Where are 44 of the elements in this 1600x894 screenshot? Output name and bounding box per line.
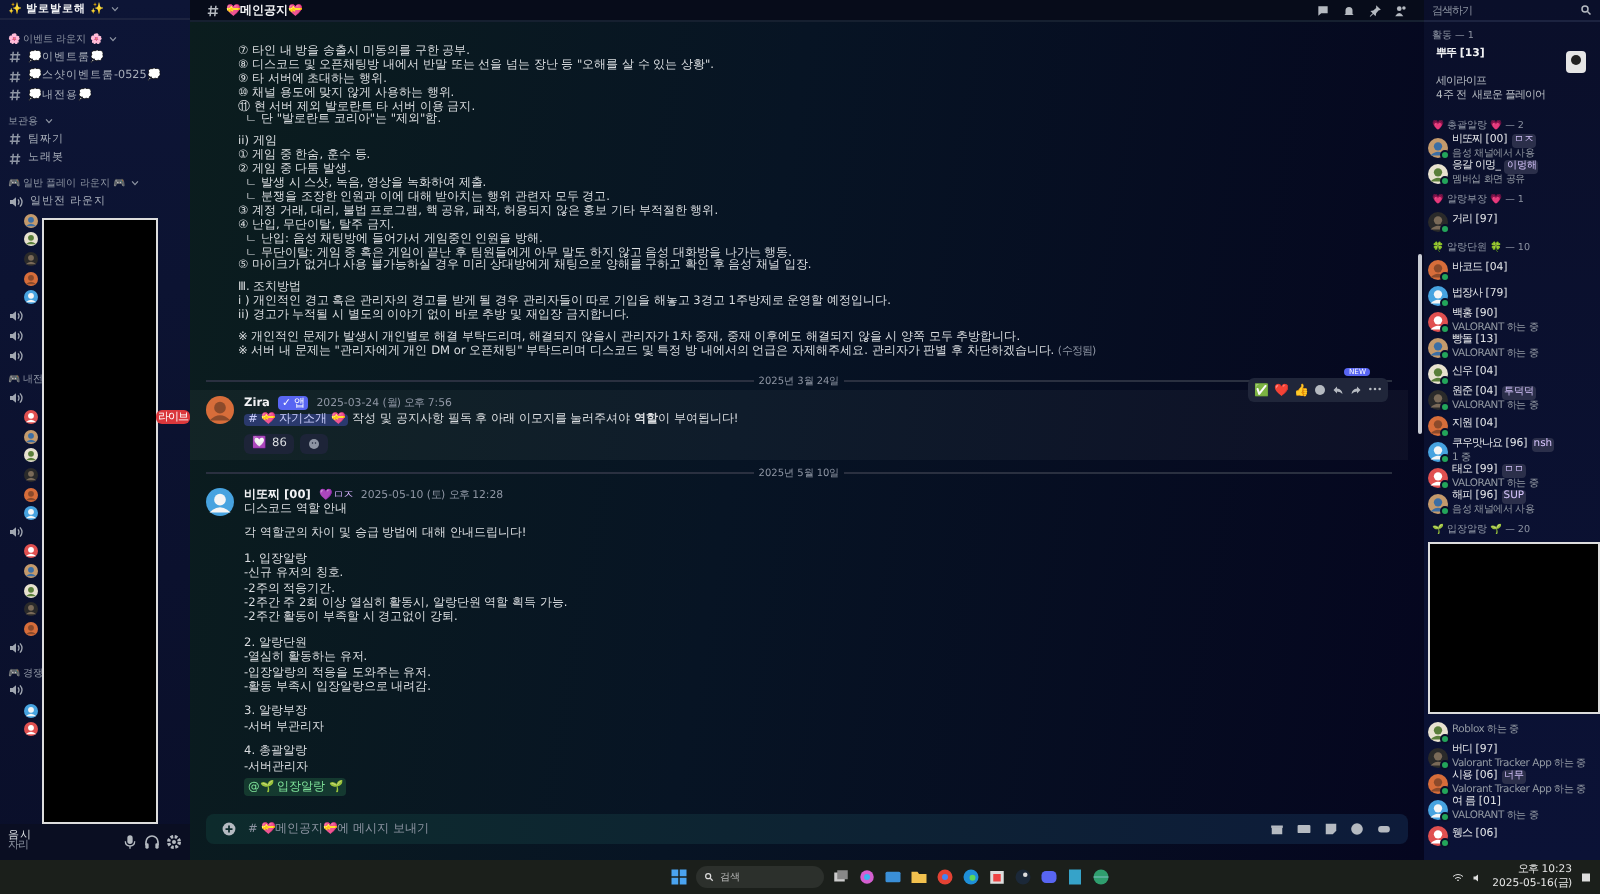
speaker-icon xyxy=(8,390,24,407)
bell-icon[interactable] xyxy=(1342,3,1356,17)
hash-icon xyxy=(8,132,22,147)
forward-icon[interactable] xyxy=(1350,383,1362,396)
notification-icon[interactable] xyxy=(1580,871,1593,883)
speaker-icon xyxy=(8,524,24,541)
chevron-icon xyxy=(130,177,141,188)
hash-icon xyxy=(8,50,22,65)
search-icon xyxy=(704,872,715,882)
settings-icon[interactable] xyxy=(166,834,182,850)
chevron-icon xyxy=(44,115,54,126)
reply-icon[interactable] xyxy=(1332,383,1344,396)
widgets-icon[interactable] xyxy=(884,868,903,886)
store-icon[interactable] xyxy=(988,868,1007,886)
chat-app-icon[interactable] xyxy=(1040,868,1059,886)
threads-icon[interactable] xyxy=(1316,3,1330,17)
sticker-icon[interactable] xyxy=(1324,822,1338,836)
hash-icon xyxy=(8,88,22,103)
hash-icon xyxy=(206,3,220,17)
windows-icon[interactable] xyxy=(670,868,689,886)
add-icon[interactable] xyxy=(222,822,236,836)
speaker-icon xyxy=(8,347,24,364)
game-art-icon xyxy=(1564,48,1588,76)
speaker-icon xyxy=(8,682,24,699)
hash-icon xyxy=(8,151,22,166)
chevron-icon xyxy=(109,4,120,14)
task-view-icon[interactable] xyxy=(832,868,851,886)
pin-icon[interactable] xyxy=(1368,3,1382,17)
add-reaction-button[interactable] xyxy=(300,433,329,454)
microphone-icon[interactable] xyxy=(122,834,138,850)
wifi-icon xyxy=(1452,871,1465,883)
smiley-icon xyxy=(308,437,321,450)
hash-icon xyxy=(8,69,22,84)
gift-icon[interactable] xyxy=(1270,822,1284,836)
headphones-icon[interactable] xyxy=(144,834,160,850)
folder-icon[interactable] xyxy=(910,868,929,886)
globe-icon[interactable] xyxy=(1092,868,1111,886)
search-icon xyxy=(1580,4,1592,16)
speaker-icon xyxy=(8,193,24,210)
chevron-icon xyxy=(107,34,118,44)
members-icon[interactable] xyxy=(1394,3,1408,17)
gif-icon[interactable] xyxy=(1296,822,1312,836)
speaker-icon xyxy=(8,639,24,656)
notes-icon[interactable] xyxy=(1066,868,1085,886)
